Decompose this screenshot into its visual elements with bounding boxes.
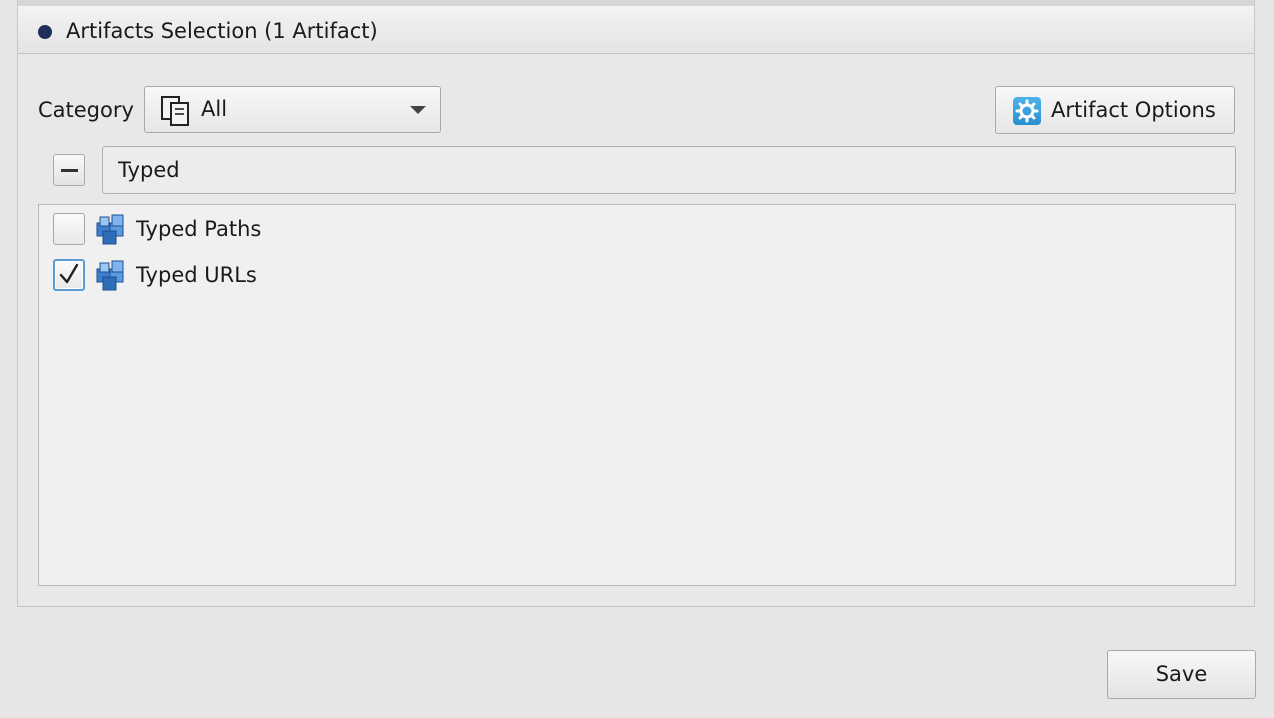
artifacts-selection-panel: Artifacts Selection (1 Artifact) Categor…	[17, 0, 1255, 607]
bullet-icon	[38, 25, 52, 39]
artifact-cubes-icon	[96, 260, 124, 291]
artifact-options-label: Artifact Options	[1051, 98, 1216, 122]
category-dropdown[interactable]: All	[144, 86, 441, 133]
chevron-down-icon	[410, 106, 426, 114]
checkmark-icon	[59, 263, 79, 284]
collapse-all-button[interactable]	[53, 154, 85, 186]
category-label: Category	[38, 98, 134, 122]
panel-title: Artifacts Selection (1 Artifact)	[66, 19, 378, 43]
category-all-icon	[161, 96, 189, 126]
minus-icon	[61, 169, 78, 172]
typed-paths-checkbox[interactable]	[53, 213, 85, 245]
typed-urls-label: Typed URLs	[136, 263, 257, 287]
artifact-options-button[interactable]: Artifact Options	[995, 86, 1235, 134]
save-button[interactable]: Save	[1107, 650, 1256, 699]
gear-icon	[1013, 97, 1041, 125]
list-item-typed-urls[interactable]: Typed URLs	[53, 257, 553, 293]
typed-urls-checkbox[interactable]	[53, 259, 85, 291]
typed-paths-label: Typed Paths	[136, 217, 262, 241]
panel-header[interactable]: Artifacts Selection (1 Artifact)	[18, 0, 1254, 54]
artifact-list: Typed Paths Typed URLs	[38, 204, 1236, 586]
list-item-typed-paths[interactable]: Typed Paths	[53, 211, 553, 247]
category-selected-value: All	[201, 97, 228, 121]
artifact-filter-input[interactable]	[102, 146, 1236, 194]
artifact-cubes-icon	[96, 214, 124, 245]
